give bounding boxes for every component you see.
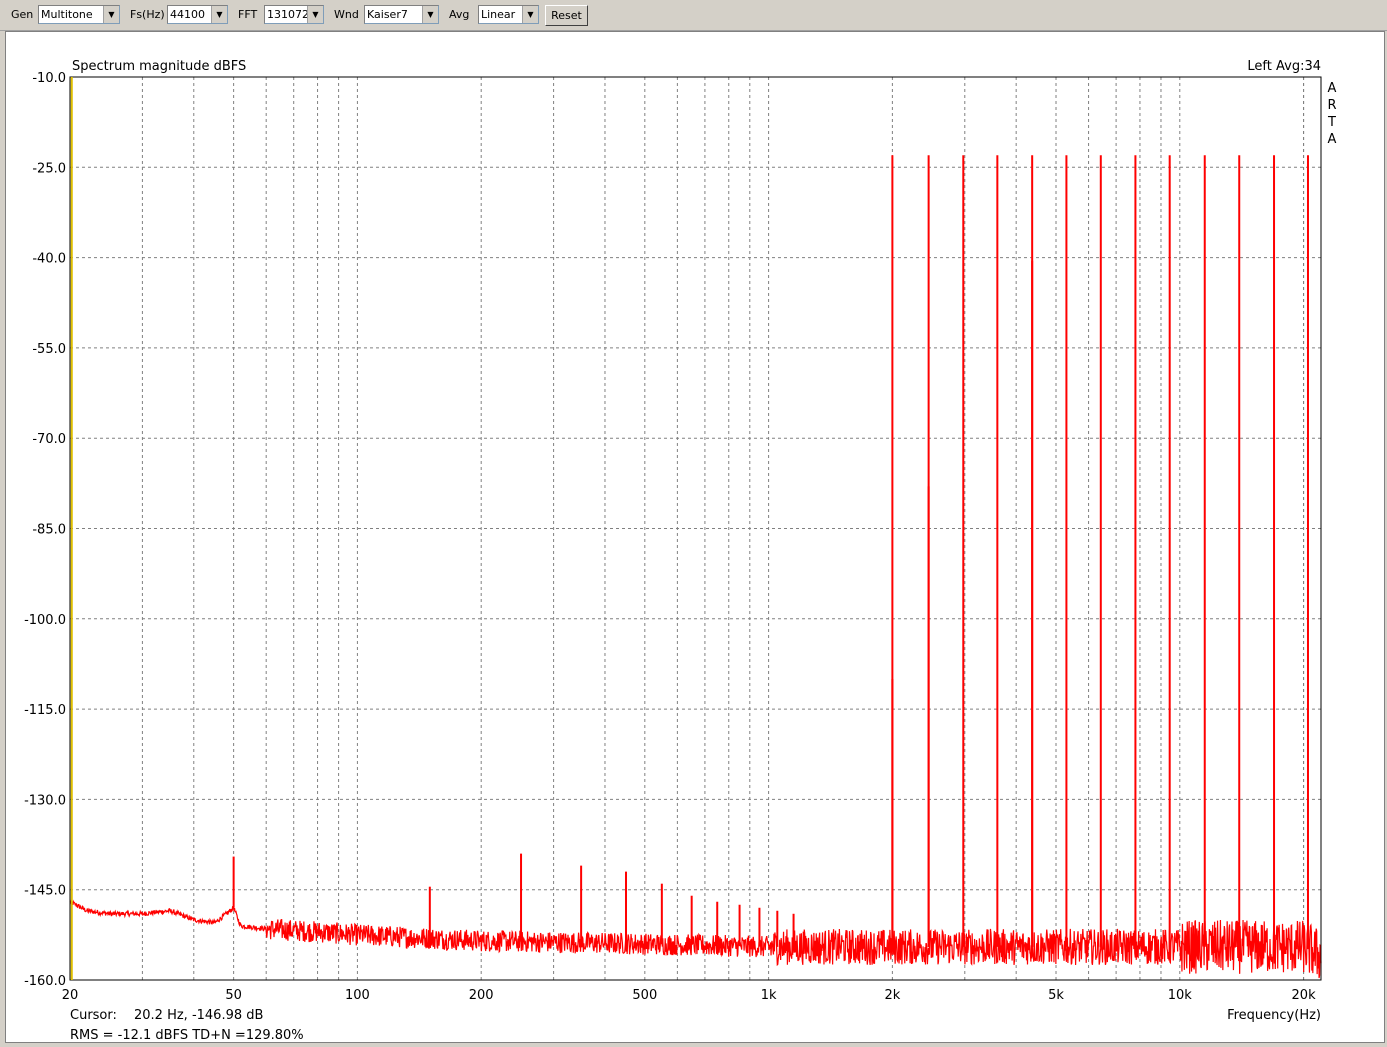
x-tick-label: 500 <box>632 988 657 1003</box>
generator-select[interactable]: Multitone ▼ <box>38 5 120 24</box>
y-tick-label: -145.0 <box>24 884 66 899</box>
chevron-down-icon[interactable]: ▼ <box>422 6 438 23</box>
y-tick-label: -160.0 <box>24 974 66 989</box>
y-tick-label: -115.0 <box>24 703 66 718</box>
reset-button[interactable]: Reset <box>545 5 588 26</box>
fft-size-value: 131072 <box>267 8 309 21</box>
grid <box>70 77 1321 980</box>
generator-value: Multitone <box>41 8 93 21</box>
chevron-down-icon[interactable]: ▼ <box>211 6 227 23</box>
averaging-select[interactable]: Linear ▼ <box>478 5 539 24</box>
x-tick-label: 10k <box>1168 988 1193 1003</box>
chevron-down-icon[interactable]: ▼ <box>522 6 538 23</box>
y-tick-label: -55.0 <box>32 342 66 357</box>
fs-label: Fs(Hz) <box>130 8 165 21</box>
y-tick-label: -10.0 <box>32 71 66 86</box>
chart-title: Spectrum magnitude dBFS <box>72 59 246 74</box>
x-axis-label: Frequency(Hz) <box>1227 1008 1321 1023</box>
x-tick-label: 200 <box>469 988 494 1003</box>
brand-letter: A <box>1328 81 1337 96</box>
brand-letter: A <box>1328 132 1337 147</box>
plot-panel: Spectrum magnitude dBFS Left Avg:34 ARTA… <box>5 31 1385 1043</box>
x-tick-label: 100 <box>345 988 370 1003</box>
x-tick-label: 5k <box>1048 988 1064 1003</box>
sample-rate-value: 44100 <box>170 8 205 21</box>
fft-size-select[interactable]: 131072 ▼ <box>264 5 324 24</box>
noise-floor-line <box>69 898 1322 979</box>
spectrum-trace <box>69 155 1322 979</box>
gen-label: Gen <box>11 8 34 21</box>
avg-label: Avg <box>449 8 470 21</box>
y-tick-label: -130.0 <box>24 793 66 808</box>
y-tick-label: -25.0 <box>32 161 66 176</box>
cursor-readout: 20.2 Hz, -146.98 dB <box>134 1008 263 1023</box>
channel-info: Left Avg:34 <box>1247 59 1321 74</box>
toolbar: Gen Multitone ▼ Fs(Hz) 44100 ▼ FFT 13107… <box>0 0 1387 31</box>
x-tick-label: 20k <box>1292 988 1317 1003</box>
y-tick-label: -85.0 <box>32 523 66 538</box>
fft-label: FFT <box>238 8 258 21</box>
x-tick-label: 2k <box>884 988 900 1003</box>
window-select[interactable]: Kaiser7 ▼ <box>364 5 439 24</box>
window-value: Kaiser7 <box>367 8 408 21</box>
y-tick-label: -70.0 <box>32 432 66 447</box>
y-tick-label: -100.0 <box>24 613 66 628</box>
x-tick-label: 20 <box>62 988 79 1003</box>
brand-letter: T <box>1327 115 1336 130</box>
y-tick-label: -40.0 <box>32 252 66 267</box>
brand-letter: R <box>1327 98 1336 113</box>
sample-rate-select[interactable]: 44100 ▼ <box>167 5 228 24</box>
chevron-down-icon[interactable]: ▼ <box>307 6 323 23</box>
rms-readout: RMS = -12.1 dBFS TD+N =129.80% <box>70 1028 304 1042</box>
spectrum-chart[interactable]: Spectrum magnitude dBFS Left Avg:34 ARTA… <box>6 32 1384 1042</box>
y-axis: -10.0 -25.0 -40.0 -55.0 -70.0 -85.0 -100.0 -115… <box>24 71 66 989</box>
x-axis: 20 50 100 200 500 1k 2k 5k 10k 20k <box>62 988 1316 1003</box>
x-tick-label: 1k <box>761 988 777 1003</box>
cursor-label: Cursor: <box>70 1008 117 1023</box>
x-tick-label: 50 <box>225 988 242 1003</box>
brand-label: ARTA <box>1327 81 1337 147</box>
wnd-label: Wnd <box>334 8 359 21</box>
averaging-value: Linear <box>481 8 516 21</box>
chevron-down-icon[interactable]: ▼ <box>103 6 119 23</box>
